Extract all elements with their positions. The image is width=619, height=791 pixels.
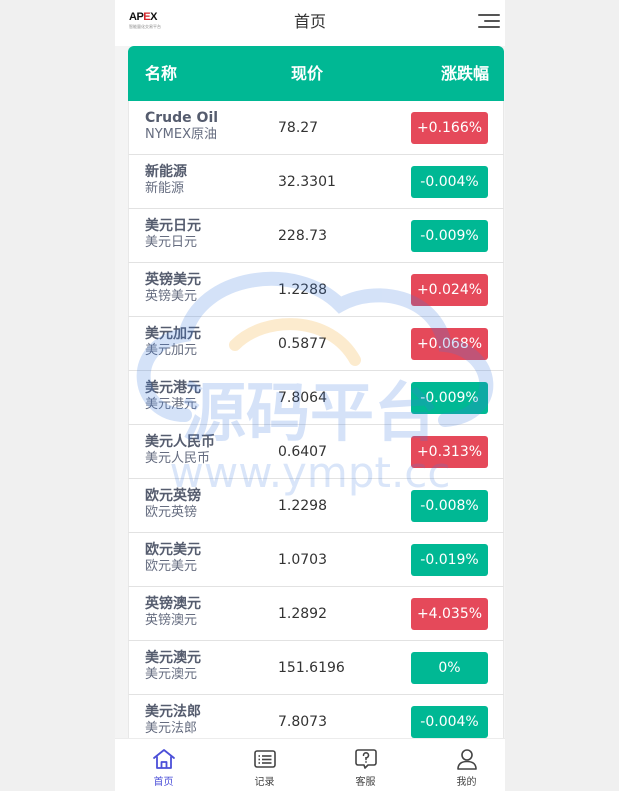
table-row[interactable]: 英镑美元 英镑美元 1.2288 +0.024%: [128, 263, 504, 317]
table-header: 名称 现价 涨跌幅: [128, 46, 504, 101]
change-badge: -0.004%: [411, 166, 488, 198]
instrument-name: 英镑美元: [145, 272, 201, 288]
change-badge: +0.313%: [411, 436, 488, 468]
table-row[interactable]: 欧元英镑 欧元英镑 1.2298 -0.008%: [128, 479, 504, 533]
tab-home[interactable]: 首页: [115, 739, 212, 791]
instrument-name: 欧元英镑: [145, 488, 201, 504]
instrument-subtitle: 欧元英镑: [145, 505, 198, 520]
instrument-subtitle: 美元加元: [145, 343, 198, 358]
tab-records-label: 记录: [254, 777, 275, 788]
instrument-subtitle: 英镑澳元: [145, 613, 198, 628]
instrument-name: 美元港元: [145, 380, 201, 396]
table-row[interactable]: 美元港元 美元港元 7.8064 -0.009%: [128, 371, 504, 425]
price-value: 78.27: [278, 120, 319, 136]
tab-records[interactable]: 记录: [216, 739, 313, 791]
top-bar: APEX 智能量化交易平台 首页: [115, 0, 505, 46]
instrument-subtitle: 美元港元: [145, 397, 198, 412]
instrument-subtitle: 美元法郎: [145, 721, 198, 736]
price-value: 7.8064: [278, 390, 327, 406]
tab-support[interactable]: 客服: [317, 739, 414, 791]
price-value: 1.0703: [278, 552, 327, 568]
price-value: 0.6407: [278, 444, 327, 460]
instrument-name: Crude Oil: [145, 110, 219, 126]
instrument-name: 美元法郎: [145, 704, 201, 720]
instrument-subtitle: NYMEX原油: [145, 127, 218, 142]
price-value: 0.5877: [278, 336, 327, 352]
table-body: Crude Oil NYMEX原油 78.27 +0.166% 新能源 新能源 32.330…: [128, 101, 504, 749]
instrument-subtitle: 美元日元: [145, 235, 198, 250]
table-row[interactable]: 美元日元 美元日元 228.73 -0.009%: [128, 209, 504, 263]
table-row[interactable]: 欧元美元 欧元美元 1.0703 -0.019%: [128, 533, 504, 587]
price-value: 228.73: [278, 228, 327, 244]
table-row[interactable]: 新能源 新能源 32.3301 -0.004%: [128, 155, 504, 209]
price-value: 151.6196: [278, 660, 345, 676]
change-badge: +0.024%: [411, 274, 488, 306]
bottom-tab-bar: 首页 记录 客服 我的: [115, 738, 505, 791]
instrument-name: 美元澳元: [145, 650, 201, 666]
price-value: 1.2298: [278, 498, 327, 514]
change-badge: -0.019%: [411, 544, 488, 576]
tab-profile[interactable]: 我的: [418, 739, 505, 791]
change-badge: -0.004%: [411, 706, 488, 738]
tab-support-label: 客服: [355, 777, 376, 788]
change-badge: -0.009%: [411, 220, 488, 252]
price-value: 1.2892: [278, 606, 327, 622]
instrument-name: 英镑澳元: [145, 596, 201, 612]
list-icon: [253, 750, 276, 768]
table-row[interactable]: 美元澳元 美元澳元 151.6196 0%: [128, 641, 504, 695]
home-icon: [152, 749, 175, 769]
change-badge: +0.068%: [411, 328, 488, 360]
instrument-name: 美元加元: [145, 326, 201, 342]
change-badge: +0.166%: [411, 112, 488, 144]
table-row[interactable]: 美元人民币 美元人民币 0.6407 +0.313%: [128, 425, 504, 479]
change-badge: 0%: [411, 652, 488, 684]
page-title: 首页: [293, 12, 326, 31]
instrument-subtitle: 英镑美元: [145, 289, 198, 304]
price-value: 1.2288: [278, 282, 327, 298]
column-header-price: 现价: [291, 64, 324, 83]
tab-home-label: 首页: [153, 777, 174, 788]
column-header-name: 名称: [145, 64, 178, 83]
table-row[interactable]: Crude Oil NYMEX原油 78.27 +0.166%: [128, 101, 504, 155]
change-badge: +4.035%: [411, 598, 488, 630]
app-screen: APEX 智能量化交易平台 首页 名称 现价 涨跌幅 Crude Oil NYME…: [115, 0, 505, 791]
instrument-subtitle: 新能源: [145, 181, 185, 196]
menu-icon[interactable]: [476, 14, 500, 30]
instrument-subtitle: 美元人民币: [145, 451, 211, 466]
instrument-name: 美元日元: [145, 218, 201, 234]
instrument-name: 欧元美元: [145, 542, 201, 558]
column-header-change: 涨跌幅: [440, 64, 489, 83]
quote-table: 名称 现价 涨跌幅 Crude Oil NYMEX原油 78.27 +0.166% 新能…: [128, 46, 504, 749]
instrument-subtitle: 欧元美元: [145, 559, 198, 574]
table-row[interactable]: 美元加元 美元加元 0.5877 +0.068%: [128, 317, 504, 371]
change-badge: -0.009%: [411, 382, 488, 414]
instrument-name: 新能源: [145, 164, 187, 180]
user-icon: [456, 749, 477, 770]
price-value: 32.3301: [278, 174, 336, 190]
table-row[interactable]: 英镑澳元 英镑澳元 1.2892 +4.035%: [128, 587, 504, 641]
instrument-name: 美元人民币: [145, 434, 215, 450]
help-icon: [354, 749, 377, 769]
tab-profile-label: 我的: [456, 777, 477, 788]
change-badge: -0.008%: [411, 490, 488, 522]
instrument-subtitle: 美元澳元: [145, 667, 198, 682]
